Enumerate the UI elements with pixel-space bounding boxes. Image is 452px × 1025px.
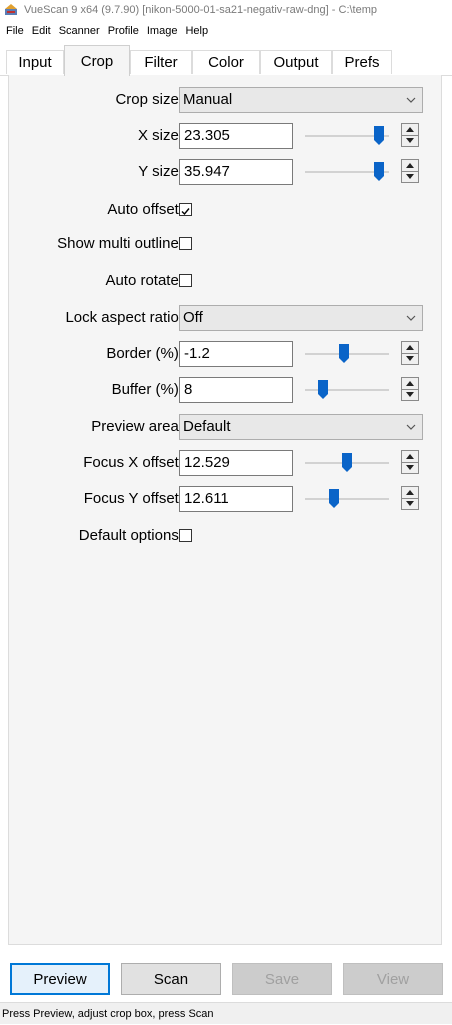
status-bar: Press Preview, adjust crop box, press Sc…: [0, 1002, 452, 1024]
spin-down-icon[interactable]: [402, 171, 418, 182]
y-size-input[interactable]: 35.947: [179, 159, 293, 185]
focus-x-offset-spinner[interactable]: [401, 450, 419, 474]
slider-thumb-icon[interactable]: [328, 489, 339, 508]
focus-y-offset-spinner[interactable]: [401, 486, 419, 510]
buffer-row: Buffer (%): 8: [9, 377, 443, 403]
window-title: VueScan 9 x64 (9.7.90) [nikon-5000-01-sa…: [24, 4, 378, 16]
x-size-spinner[interactable]: [401, 123, 419, 147]
preview-button[interactable]: Preview: [10, 963, 110, 995]
focus-x-offset-slider[interactable]: [305, 450, 389, 476]
auto-rotate-row: Auto rotate:: [9, 268, 443, 294]
tab-bar: Input Crop Filter Color Output Prefs: [0, 45, 452, 76]
crop-size-value: Manual: [183, 91, 233, 108]
menu-bar: File Edit Scanner Profile Image Help: [0, 20, 452, 42]
tab-color[interactable]: Color: [192, 50, 260, 74]
y-size-spinner[interactable]: [401, 159, 419, 183]
border-row: Border (%): -1.2: [9, 341, 443, 367]
buffer-input[interactable]: 8: [179, 377, 293, 403]
x-size-slider[interactable]: [305, 123, 389, 149]
border-slider[interactable]: [305, 341, 389, 367]
lock-aspect-ratio-value: Off: [183, 309, 203, 326]
x-size-label: X size:: [137, 127, 183, 144]
focus-y-offset-row: Focus Y offset: 12.611: [9, 486, 443, 512]
border-input[interactable]: -1.2: [179, 341, 293, 367]
preview-area-row: Preview area: Default: [9, 414, 443, 440]
scan-button[interactable]: Scan: [121, 963, 221, 995]
x-size-input[interactable]: 23.305: [179, 123, 293, 149]
preview-area-value: Default: [183, 418, 231, 435]
chevron-down-icon: [406, 315, 416, 321]
show-multi-outline-checkbox[interactable]: [179, 237, 192, 250]
lock-aspect-ratio-label: Lock aspect ratio:: [65, 309, 183, 326]
menu-edit[interactable]: Edit: [32, 25, 51, 37]
default-options-label: Default options:: [78, 527, 183, 544]
default-options-row: Default options:: [9, 523, 443, 549]
view-button: View: [343, 963, 443, 995]
save-button: Save: [232, 963, 332, 995]
slider-thumb-icon[interactable]: [373, 126, 384, 145]
lock-aspect-ratio-row: Lock aspect ratio: Off: [9, 305, 443, 331]
auto-offset-row: Auto offset:: [9, 197, 443, 223]
buffer-spinner[interactable]: [401, 377, 419, 401]
focus-x-offset-label: Focus X offset:: [83, 454, 183, 471]
x-size-row: X size: 23.305: [9, 123, 443, 149]
preview-area-label: Preview area:: [91, 418, 183, 435]
slider-thumb-icon[interactable]: [317, 380, 328, 399]
menu-profile[interactable]: Profile: [108, 25, 139, 37]
default-options-checkbox[interactable]: [179, 529, 192, 542]
auto-offset-checkbox[interactable]: [179, 203, 192, 216]
tab-prefs[interactable]: Prefs: [332, 50, 392, 74]
crop-size-select[interactable]: Manual: [179, 87, 423, 113]
tab-filter[interactable]: Filter: [130, 50, 192, 74]
auto-offset-label: Auto offset:: [107, 201, 183, 218]
y-size-slider[interactable]: [305, 159, 389, 185]
buffer-label: Buffer (%):: [111, 381, 183, 398]
border-label: Border (%):: [106, 345, 183, 362]
slider-thumb-icon[interactable]: [373, 162, 384, 181]
spin-down-icon[interactable]: [402, 135, 418, 146]
preview-area-select[interactable]: Default: [179, 414, 423, 440]
menu-help[interactable]: Help: [185, 25, 208, 37]
chevron-down-icon: [406, 97, 416, 103]
show-multi-outline-label: Show multi outline:: [57, 235, 183, 252]
spin-down-icon[interactable]: [402, 353, 418, 364]
y-size-row: Y size: 35.947: [9, 159, 443, 185]
border-spinner[interactable]: [401, 341, 419, 365]
auto-rotate-checkbox[interactable]: [179, 274, 192, 287]
focus-x-offset-row: Focus X offset: 12.529: [9, 450, 443, 476]
tab-input[interactable]: Input: [6, 50, 64, 74]
focus-y-offset-input[interactable]: 12.611: [179, 486, 293, 512]
spin-down-icon[interactable]: [402, 462, 418, 473]
menu-scanner[interactable]: Scanner: [59, 25, 100, 37]
tab-crop[interactable]: Crop: [64, 45, 130, 76]
focus-y-offset-label: Focus Y offset:: [83, 490, 183, 507]
crop-size-row: Crop size: Manual: [9, 87, 443, 113]
vuescan-scanner-icon: [4, 3, 18, 17]
chevron-down-icon: [406, 424, 416, 430]
slider-thumb-icon[interactable]: [342, 453, 352, 472]
focus-y-offset-slider[interactable]: [305, 486, 389, 512]
tab-output[interactable]: Output: [260, 50, 332, 74]
focus-x-offset-input[interactable]: 12.529: [179, 450, 293, 476]
menu-image[interactable]: Image: [147, 25, 178, 37]
crop-panel: Crop size: Manual X size: 23.305 Y size:…: [8, 75, 442, 945]
menu-file[interactable]: File: [6, 25, 24, 37]
checkmark-icon: [181, 208, 190, 216]
y-size-label: Y size:: [138, 163, 183, 180]
show-multi-outline-row: Show multi outline:: [9, 231, 443, 257]
auto-rotate-label: Auto rotate:: [105, 272, 183, 289]
spin-down-icon[interactable]: [402, 389, 418, 400]
spin-down-icon[interactable]: [402, 498, 418, 509]
lock-aspect-ratio-select[interactable]: Off: [179, 305, 423, 331]
slider-thumb-icon[interactable]: [339, 344, 350, 363]
crop-size-label: Crop size:: [115, 91, 183, 108]
buffer-slider[interactable]: [305, 377, 389, 403]
title-bar: VueScan 9 x64 (9.7.90) [nikon-5000-01-sa…: [0, 0, 452, 20]
